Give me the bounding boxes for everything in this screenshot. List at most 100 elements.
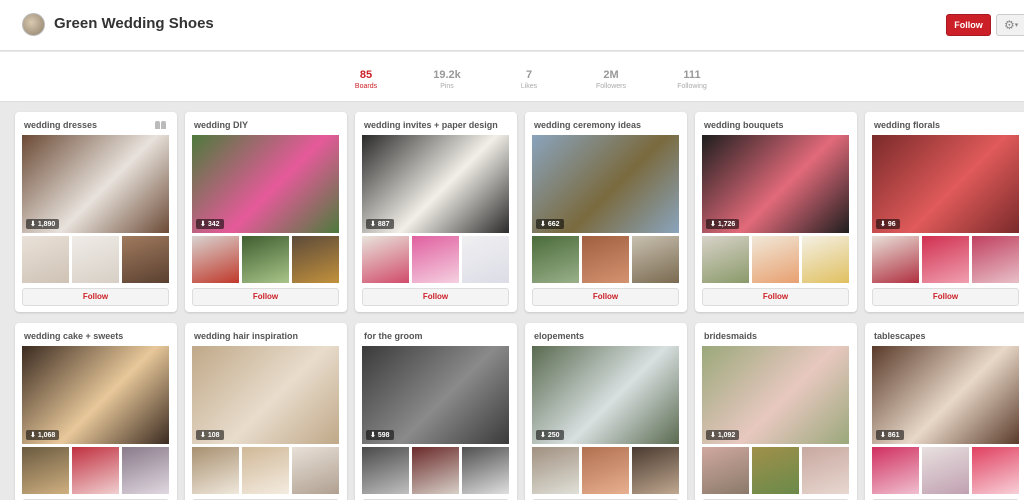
board-cover-image[interactable]: ⬇ 861 (872, 346, 1019, 444)
board-thumbnail[interactable] (632, 236, 679, 283)
stat-pins[interactable]: 19.2k Pins (417, 69, 477, 90)
board-thumbnail[interactable] (802, 447, 849, 494)
board-thumbnail[interactable] (752, 236, 799, 283)
board-thumbnail[interactable] (412, 236, 459, 283)
board-thumbnail[interactable] (702, 236, 749, 283)
pin-icon: ⬇ (30, 221, 38, 228)
settings-button[interactable]: ⚙▾ (996, 14, 1024, 36)
board-thumbnails (872, 236, 1019, 283)
board-thumbnail[interactable] (922, 236, 969, 283)
profile-name[interactable]: Green Wedding Shoes (54, 15, 214, 32)
stat-following[interactable]: 111 Following (662, 69, 722, 90)
board-thumbnail[interactable] (242, 236, 289, 283)
board-card[interactable]: wedding bouquets ⬇ 1,726 Follow (695, 112, 857, 312)
board-thumbnail[interactable] (192, 236, 239, 283)
avatar[interactable] (22, 13, 45, 36)
follow-button[interactable]: Follow (946, 14, 991, 36)
board-title[interactable]: wedding invites + paper design (364, 120, 498, 130)
board-card[interactable]: wedding florals ⬇ 96 Follow (865, 112, 1024, 312)
stat-label: Boards (354, 83, 378, 90)
gear-icon: ⚙ (1004, 18, 1015, 32)
stat-followers[interactable]: 2M Followers (581, 69, 641, 90)
board-cover-image[interactable]: ⬇ 598 (362, 346, 509, 444)
board-title[interactable]: wedding bouquets (704, 120, 784, 130)
board-thumbnail[interactable] (22, 447, 69, 494)
pin-icon: ⬇ (540, 221, 548, 228)
board-title[interactable]: wedding hair inspiration (194, 331, 298, 341)
stat-boards[interactable]: 85 Boards (336, 69, 396, 90)
board-cover-image[interactable]: ⬇ 1,068 (22, 346, 169, 444)
board-cover-image[interactable]: ⬇ 1,890 (22, 135, 169, 233)
pin-count-value: 887 (377, 221, 390, 228)
board-thumbnail[interactable] (802, 236, 849, 283)
board-follow-button[interactable]: Follow (702, 288, 849, 306)
board-thumbnail[interactable] (122, 236, 169, 283)
board-thumbnail[interactable] (292, 447, 339, 494)
board-thumbnail[interactable] (532, 236, 579, 283)
board-thumbnail[interactable] (292, 236, 339, 283)
board-card[interactable]: wedding ceremony ideas ⬇ 662 Follow (525, 112, 687, 312)
board-thumbnail[interactable] (582, 447, 629, 494)
board-cover-image[interactable]: ⬇ 96 (872, 135, 1019, 233)
board-card[interactable]: elopements⬇ 250Follow (525, 323, 687, 500)
board-card[interactable]: wedding dresses ⬇ 1,890 Follow (15, 112, 177, 312)
pin-count-value: 96 (887, 221, 896, 228)
board-card[interactable]: wedding hair inspiration⬇ 108Follow (185, 323, 347, 500)
board-card[interactable]: tablescapes⬇ 861Follow (865, 323, 1024, 500)
stat-likes[interactable]: 7 Likes (499, 69, 559, 90)
board-thumbnail[interactable] (122, 447, 169, 494)
board-title[interactable]: tablescapes (874, 331, 926, 341)
board-thumbnail[interactable] (702, 447, 749, 494)
board-thumbnail[interactable] (362, 447, 409, 494)
board-thumbnail[interactable] (972, 236, 1019, 283)
board-thumbnail[interactable] (462, 447, 509, 494)
board-title[interactable]: wedding dresses (24, 120, 97, 130)
board-thumbnail[interactable] (362, 236, 409, 283)
board-cover-image[interactable]: ⬇ 342 (192, 135, 339, 233)
board-thumbnail[interactable] (532, 447, 579, 494)
board-title[interactable]: bridesmaids (704, 331, 757, 341)
board-thumbnail[interactable] (872, 236, 919, 283)
board-card[interactable]: bridesmaids⬇ 1,092Follow (695, 323, 857, 500)
board-cover-image[interactable]: ⬇ 662 (532, 135, 679, 233)
board-card[interactable]: for the groom⬇ 598Follow (355, 323, 517, 500)
board-follow-button[interactable]: Follow (872, 288, 1019, 306)
board-card[interactable]: wedding invites + paper design ⬇ 887 Follo… (355, 112, 517, 312)
board-thumbnail[interactable] (242, 447, 289, 494)
pin-count-badge: ⬇ 1,726 (706, 219, 740, 229)
board-follow-button[interactable]: Follow (192, 288, 339, 306)
board-thumbnail[interactable] (412, 447, 459, 494)
pin-count-badge: ⬇ 887 (366, 219, 394, 229)
board-thumbnail[interactable] (462, 236, 509, 283)
board-follow-button[interactable]: Follow (22, 288, 169, 306)
board-cover-image[interactable]: ⬇ 250 (532, 346, 679, 444)
pin-icon: ⬇ (710, 221, 718, 228)
board-thumbnail[interactable] (72, 447, 119, 494)
board-title[interactable]: elopements (534, 331, 584, 341)
board-title[interactable]: wedding DIY (194, 120, 248, 130)
board-follow-button[interactable]: Follow (532, 288, 679, 306)
pin-count-badge: ⬇ 861 (876, 430, 904, 440)
board-title[interactable]: for the groom (364, 331, 423, 341)
board-thumbnail[interactable] (22, 236, 69, 283)
board-cover-image[interactable]: ⬇ 1,726 (702, 135, 849, 233)
board-thumbnail[interactable] (752, 447, 799, 494)
board-title[interactable]: wedding florals (874, 120, 940, 130)
board-cover-image[interactable]: ⬇ 887 (362, 135, 509, 233)
board-thumbnail[interactable] (922, 447, 969, 494)
board-thumbnail[interactable] (192, 447, 239, 494)
board-thumbnail[interactable] (872, 447, 919, 494)
board-thumbnail[interactable] (972, 447, 1019, 494)
board-title[interactable]: wedding ceremony ideas (534, 120, 641, 130)
board-cover-image[interactable]: ⬇ 1,092 (702, 346, 849, 444)
board-card[interactable]: wedding cake + sweets⬇ 1,068Follow (15, 323, 177, 500)
pin-count-badge: ⬇ 1,890 (26, 219, 60, 229)
board-follow-button[interactable]: Follow (362, 288, 509, 306)
board-card[interactable]: wedding DIY ⬇ 342 Follow (185, 112, 347, 312)
board-cover-image[interactable]: ⬇ 108 (192, 346, 339, 444)
board-thumbnail[interactable] (632, 447, 679, 494)
board-thumbnail[interactable] (582, 236, 629, 283)
board-thumbnail[interactable] (72, 236, 119, 283)
board-title[interactable]: wedding cake + sweets (24, 331, 123, 341)
pin-count-badge: ⬇ 250 (536, 430, 564, 440)
